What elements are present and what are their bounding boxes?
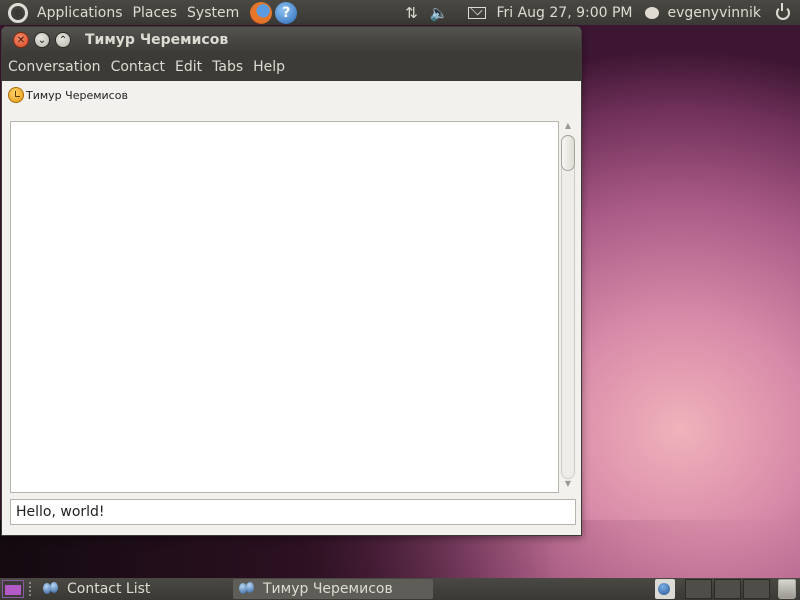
mail-icon[interactable] (468, 6, 487, 19)
top-panel-indicators: ⇅ 🔈 Fri Aug 27, 9:00 PM evgenyvinnik (399, 0, 800, 25)
empathy-icon (43, 582, 59, 596)
menu-contact[interactable]: Contact (106, 59, 170, 75)
menubar: Conversation Contact Edit Tabs Help (2, 53, 581, 81)
chat-scrollbar[interactable]: ▲ ▼ (560, 121, 576, 493)
close-icon[interactable]: ✕ (13, 32, 29, 48)
menu-system[interactable]: System (182, 5, 244, 21)
scroll-thumb[interactable] (561, 135, 575, 171)
message-input[interactable]: Hello, world! (10, 499, 576, 525)
bottom-panel: Contact List Тимур Черемисов (0, 578, 800, 600)
menu-conversation[interactable]: Conversation (2, 59, 106, 75)
top-panel: Applications Places System ? ⇅ 🔈 Fri Aug… (0, 0, 800, 25)
workspace-switcher[interactable] (685, 579, 772, 599)
taskbar-item-label: Тимур Черемисов (263, 581, 393, 597)
taskbar-item-contact-list[interactable]: Contact List (37, 579, 233, 599)
empathy-icon (239, 582, 255, 596)
scroll-up-icon[interactable]: ▲ (560, 121, 576, 133)
away-status-icon (8, 87, 24, 103)
taskbar-item-conversation[interactable]: Тимур Черемисов (233, 579, 433, 599)
empathy-tray-icon[interactable] (655, 579, 675, 599)
window-titlebar[interactable]: ✕ ⌄ ⌃ Тимур Черемисов (2, 27, 581, 53)
scroll-trough[interactable] (561, 135, 575, 479)
menu-help[interactable]: Help (248, 59, 290, 75)
maximize-icon[interactable]: ⌃ (55, 32, 71, 48)
tab-contact[interactable]: Тимур Черемисов (2, 81, 581, 109)
show-desktop-icon[interactable] (2, 580, 24, 598)
taskbar-item-label: Contact List (67, 581, 151, 597)
network-icon[interactable]: ⇅ (405, 4, 418, 22)
menu-applications[interactable]: Applications (32, 5, 128, 21)
trash-icon[interactable] (778, 579, 796, 599)
clock[interactable]: Fri Aug 27, 9:00 PM (492, 5, 636, 21)
chat-log[interactable] (10, 121, 559, 493)
tab-label: Тимур Черемисов (26, 88, 128, 102)
power-icon[interactable] (776, 2, 790, 20)
help-icon[interactable]: ? (275, 1, 298, 24)
workspace-3[interactable] (743, 579, 770, 599)
window-title: Тимур Черемисов (85, 32, 229, 48)
minimize-icon[interactable]: ⌄ (34, 32, 50, 48)
username[interactable]: evgenyvinnik (663, 5, 766, 21)
firefox-icon[interactable] (250, 1, 273, 24)
workspace-1[interactable] (685, 579, 712, 599)
ubuntu-logo-icon[interactable] (8, 2, 28, 23)
workspace-2[interactable] (714, 579, 741, 599)
volume-icon[interactable]: 🔈 (430, 4, 449, 22)
status-icon[interactable] (644, 6, 659, 19)
menu-edit[interactable]: Edit (170, 59, 207, 75)
menu-tabs[interactable]: Tabs (207, 59, 248, 75)
panel-grip (29, 582, 33, 596)
chat-window: ✕ ⌄ ⌃ Тимур Черемисов Conversation Conta… (1, 26, 582, 536)
menu-places[interactable]: Places (128, 5, 183, 21)
scroll-down-icon[interactable]: ▼ (560, 479, 576, 491)
